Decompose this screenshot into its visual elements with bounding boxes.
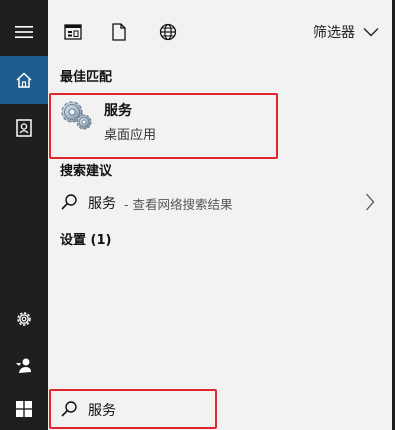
filter-label: 筛选器 xyxy=(313,25,355,41)
best-match-type: 桌面应用 xyxy=(104,128,157,143)
feedback-button[interactable] xyxy=(0,342,48,390)
search-icon xyxy=(61,401,77,417)
home-button[interactable] xyxy=(0,56,48,104)
documents-button[interactable] xyxy=(0,104,48,152)
suggestion-hint: - 查看网络搜索结果 xyxy=(124,197,233,212)
windows-logo-icon xyxy=(16,401,32,417)
best-match-heading: 最佳匹配 xyxy=(60,70,113,85)
home-icon xyxy=(16,72,32,88)
best-match-name: 服务 xyxy=(104,103,132,119)
gear-icon xyxy=(17,312,31,326)
services-gears-icon xyxy=(61,101,92,130)
taskbar-search-box[interactable]: 服务 xyxy=(48,388,395,430)
documents-filter-button[interactable] xyxy=(106,19,132,45)
results-toolbar: 筛选器 xyxy=(48,0,393,62)
search-icon xyxy=(61,194,77,210)
filter-dropdown[interactable]: 筛选器 xyxy=(313,20,379,44)
taskbar: 服务 xyxy=(0,388,395,430)
left-rail xyxy=(0,0,48,430)
globe-icon xyxy=(159,23,177,41)
start-button[interactable] xyxy=(0,388,48,430)
apps-filter-button[interactable] xyxy=(60,19,86,45)
app-list-icon xyxy=(64,24,82,40)
suggestion-term: 服务 xyxy=(88,196,116,212)
settings-section-heading[interactable]: 设置 (1) xyxy=(60,229,111,248)
chevron-right-icon[interactable] xyxy=(365,193,375,211)
web-suggestion-item[interactable]: 服务 - 查看网络搜索结果 xyxy=(48,186,393,218)
suggestions-heading: 搜索建议 xyxy=(60,164,113,179)
search-input-value[interactable]: 服务 xyxy=(88,400,116,420)
feedback-icon xyxy=(16,358,31,373)
search-results-panel: 筛选器 最佳匹配 服务 桌面应用 搜索建议 服务 - 查看网络搜索结果 设置 (… xyxy=(48,0,393,388)
menu-button[interactable] xyxy=(0,8,48,56)
best-match-result[interactable]: 服务 桌面应用 xyxy=(48,92,393,156)
settings-button[interactable] xyxy=(0,295,48,343)
hamburger-icon xyxy=(15,26,33,38)
portrait-icon xyxy=(16,119,32,137)
document-icon xyxy=(112,23,126,41)
web-filter-button[interactable] xyxy=(155,19,181,45)
chevron-down-icon xyxy=(363,28,379,37)
